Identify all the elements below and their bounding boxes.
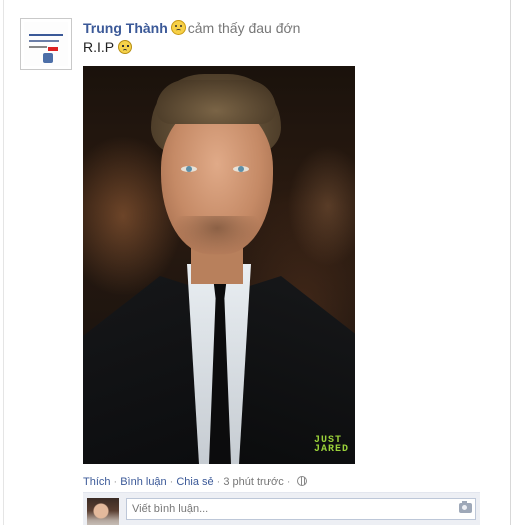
comment-link[interactable]: Bình luận — [120, 476, 166, 488]
photo-watermark: JUST JARED — [313, 436, 349, 455]
author-name-link[interactable]: Trung Thành — [83, 20, 168, 36]
post-message-text: R.I.P — [83, 39, 115, 55]
author-avatar[interactable] — [20, 18, 72, 70]
separator: · — [113, 476, 118, 488]
separator: · — [216, 476, 221, 488]
globe-icon[interactable] — [297, 476, 308, 486]
feed-story: Trung Thành cảm thấy đau đớn R.I.P JUST J… — [3, 0, 511, 525]
avatar-text-line — [29, 40, 59, 42]
like-link[interactable]: Thích — [83, 476, 111, 488]
post-message: R.I.P — [83, 38, 133, 56]
viewer-avatar — [87, 498, 119, 525]
avatar-image — [24, 22, 68, 66]
post-header: Trung Thành cảm thấy đau đớn — [83, 19, 300, 37]
photo-detail — [181, 166, 197, 172]
persevere-face-icon — [170, 20, 186, 35]
feeling-text: cảm thấy đau đớn — [187, 20, 301, 36]
photo-detail — [233, 166, 249, 172]
avatar-red-mark — [48, 47, 58, 51]
post-photo[interactable]: JUST JARED — [83, 66, 355, 464]
sad-face-icon — [118, 40, 133, 54]
avatar-text-line — [29, 46, 47, 48]
photo-detail — [156, 80, 276, 124]
separator: · — [286, 476, 291, 488]
avatar-figure — [43, 53, 53, 63]
comment-input[interactable] — [126, 498, 476, 520]
camera-icon[interactable] — [459, 501, 472, 513]
comment-composer — [83, 492, 480, 525]
photo-detail — [173, 216, 261, 256]
share-link[interactable]: Chia sẻ — [176, 476, 213, 488]
timestamp-link[interactable]: 3 phút trước — [223, 476, 283, 488]
story-actions: Thích · Bình luận · Chia sẻ · 3 phút trước · — [83, 475, 308, 489]
separator: · — [169, 476, 174, 488]
avatar-text-line — [29, 34, 63, 36]
photo-watermark-line: JARED — [313, 444, 349, 455]
